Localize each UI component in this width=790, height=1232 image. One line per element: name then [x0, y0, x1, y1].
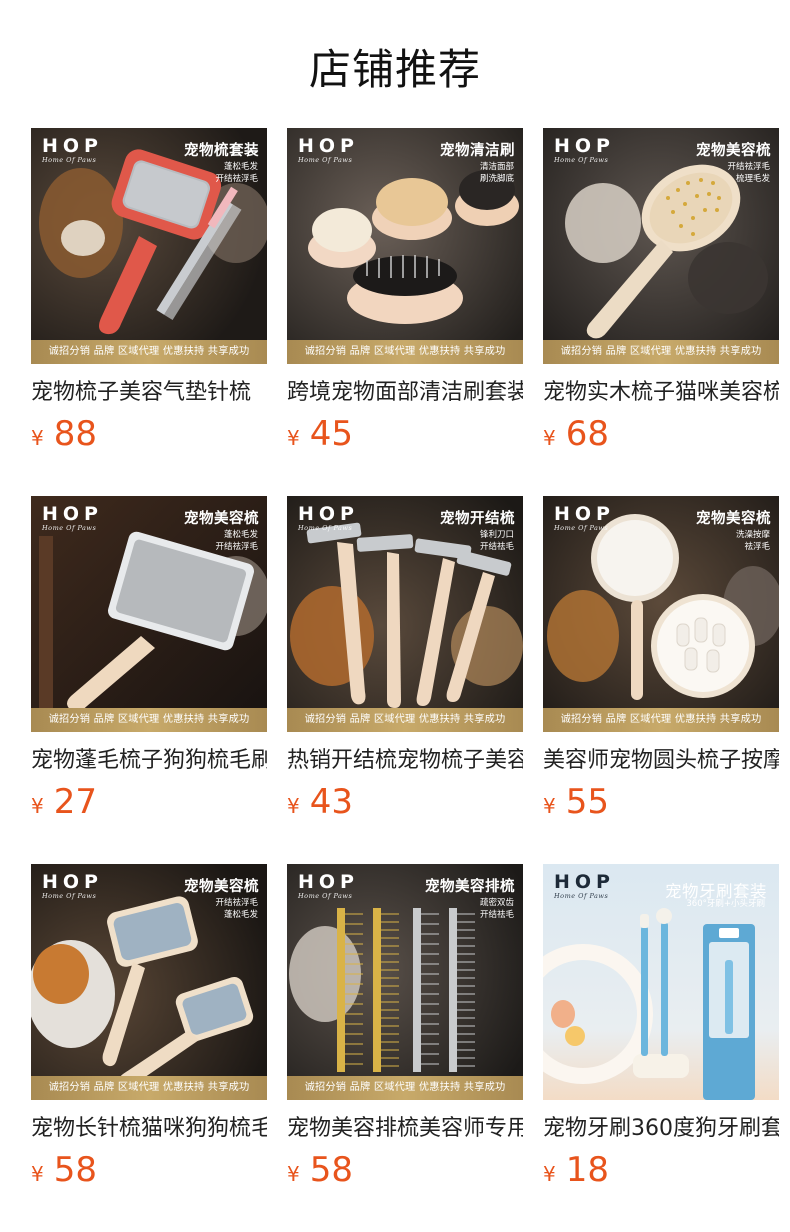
- product-card[interactable]: HOP Home Of Paws 宠物美容梳 蓬松毛发 开结祛浮毛 诚招分销 品牌 …: [31, 496, 267, 822]
- product-name[interactable]: 宠物梳子美容气垫针梳: [31, 378, 267, 408]
- promo-strip: 诚招分销 品牌 区域代理 优惠扶持 共享成功: [543, 340, 779, 364]
- brand-logo: HOP Home Of Paws: [298, 871, 359, 900]
- brand-logo: HOP Home Of Paws: [42, 503, 103, 532]
- product-badge-sub: 开结祛浮毛 梳理毛发: [727, 162, 770, 184]
- promo-strip: 诚招分销 品牌 区域代理 优惠扶持 共享成功: [31, 708, 267, 732]
- product-name[interactable]: 宠物蓬毛梳子狗狗梳毛刷: [31, 746, 267, 776]
- product-name[interactable]: 宠物牙刷360度狗牙刷套装: [543, 1114, 779, 1144]
- brand-logo: HOP Home Of Paws: [42, 135, 103, 164]
- product-name[interactable]: 宠物长针梳猫咪狗狗梳毛: [31, 1114, 267, 1144]
- promo-strip: 诚招分销 品牌 区域代理 优惠扶持 共享成功: [287, 708, 523, 732]
- product-badge-title: 宠物清洁刷: [440, 143, 515, 159]
- product-image[interactable]: HOP Home Of Paws 宠物美容梳 开结祛浮毛 蓬松毛发 诚招分销 品牌 …: [31, 864, 267, 1100]
- product-image[interactable]: HOP Home Of Paws 宠物美容梳 洗澡按摩 祛浮毛 诚招分销 品牌 区域…: [543, 496, 779, 732]
- product-badge-sub: 清洁面部 刷洗脚底: [479, 162, 514, 184]
- promo-strip: 诚招分销 品牌 区域代理 优惠扶持 共享成功: [543, 708, 779, 732]
- product-card[interactable]: HOP Home Of Paws 宠物美容梳 开结祛浮毛 蓬松毛发 诚招分销 品牌 …: [31, 864, 267, 1190]
- product-price: ¥68: [543, 414, 609, 454]
- product-card[interactable]: HOP Home Of Paws 宠物开结梳 锋利刀口 开结祛毛 诚招分销 品牌 区…: [287, 496, 523, 822]
- product-price: ¥18: [543, 1150, 609, 1190]
- product-badge-sub: 开结祛浮毛 蓬松毛发: [215, 898, 258, 920]
- brand-logo: HOP Home Of Paws: [554, 871, 615, 900]
- product-card[interactable]: HOP Home Of Paws 宠物牙刷套装 360°牙刷+小头牙刷 宠物牙刷3…: [543, 864, 779, 1190]
- brand-logo: HOP Home Of Paws: [554, 135, 615, 164]
- product-badge-title: 宠物美容梳: [696, 511, 771, 527]
- product-image[interactable]: HOP Home Of Paws 宠物梳套装 蓬松毛发 开结祛浮毛 诚招分销 品牌 …: [31, 128, 267, 364]
- product-card[interactable]: HOP Home Of Paws 宠物梳套装 蓬松毛发 开结祛浮毛 诚招分销 品牌 …: [31, 128, 267, 454]
- product-name[interactable]: 热销开结梳宠物梳子美容: [287, 746, 523, 776]
- product-badge-title: 宠物美容梳: [696, 143, 771, 159]
- product-name[interactable]: 宠物美容排梳美容师专用: [287, 1114, 523, 1144]
- product-badge-title: 宠物美容梳: [184, 511, 259, 527]
- product-badge-title: 宠物开结梳: [440, 511, 515, 527]
- product-price: ¥45: [287, 414, 353, 454]
- brand-logo: HOP Home Of Paws: [298, 135, 359, 164]
- product-badge-sub: 蓬松毛发 开结祛浮毛: [215, 162, 258, 184]
- product-price: ¥27: [31, 782, 97, 822]
- product-price: ¥43: [287, 782, 353, 822]
- product-badge-sub: 360°牙刷+小头牙刷: [686, 899, 765, 909]
- brand-logo: HOP Home Of Paws: [298, 503, 359, 532]
- product-image[interactable]: HOP Home Of Paws 宠物清洁刷 清洁面部 刷洗脚底 诚招分销 品牌 区…: [287, 128, 523, 364]
- promo-strip: 诚招分销 品牌 区域代理 优惠扶持 共享成功: [31, 340, 267, 364]
- product-price: ¥55: [543, 782, 609, 822]
- page-title: 店铺推荐: [308, 45, 481, 94]
- product-image[interactable]: HOP Home Of Paws 宠物美容梳 蓬松毛发 开结祛浮毛 诚招分销 品牌 …: [31, 496, 267, 732]
- product-price: ¥58: [31, 1150, 97, 1190]
- product-name[interactable]: 跨境宠物面部清洁刷套装: [287, 378, 523, 408]
- promo-strip: 诚招分销 品牌 区域代理 优惠扶持 共享成功: [31, 1076, 267, 1100]
- product-card[interactable]: HOP Home Of Paws 宠物美容排梳 疏密双齿 开结祛毛 诚招分销 品牌 …: [287, 864, 523, 1190]
- product-name[interactable]: 美容师宠物圆头梳子按摩: [543, 746, 779, 776]
- product-badge-title: 宠物美容梳: [184, 879, 259, 895]
- product-badge-title: 宠物梳套装: [184, 143, 259, 159]
- product-card[interactable]: HOP Home Of Paws 宠物清洁刷 清洁面部 刷洗脚底 诚招分销 品牌 区…: [287, 128, 523, 454]
- promo-strip: 诚招分销 品牌 区域代理 优惠扶持 共享成功: [287, 340, 523, 364]
- product-badge-sub: 锋利刀口 开结祛毛: [479, 530, 514, 552]
- product-image[interactable]: HOP Home Of Paws 宠物牙刷套装 360°牙刷+小头牙刷: [543, 864, 779, 1100]
- product-image[interactable]: HOP Home Of Paws 宠物美容梳 开结祛浮毛 梳理毛发 诚招分销 品牌 …: [543, 128, 779, 364]
- brand-logo: HOP Home Of Paws: [554, 503, 615, 532]
- product-badge-sub: 蓬松毛发 开结祛浮毛: [215, 530, 258, 552]
- product-image[interactable]: HOP Home Of Paws 宠物美容排梳 疏密双齿 开结祛毛 诚招分销 品牌 …: [287, 864, 523, 1100]
- brand-logo: HOP Home Of Paws: [42, 871, 103, 900]
- product-price: ¥88: [31, 414, 97, 454]
- product-image[interactable]: HOP Home Of Paws 宠物开结梳 锋利刀口 开结祛毛 诚招分销 品牌 区…: [287, 496, 523, 732]
- product-card[interactable]: HOP Home Of Paws 宠物美容梳 开结祛浮毛 梳理毛发 诚招分销 品牌 …: [543, 128, 779, 454]
- product-price: ¥58: [287, 1150, 353, 1190]
- product-badge-sub: 洗澡按摩 祛浮毛: [735, 530, 770, 552]
- product-badge-title: 宠物美容排梳: [425, 879, 515, 895]
- product-card[interactable]: HOP Home Of Paws 宠物美容梳 洗澡按摩 祛浮毛 诚招分销 品牌 区域…: [543, 496, 779, 822]
- promo-strip: 诚招分销 品牌 区域代理 优惠扶持 共享成功: [287, 1076, 523, 1100]
- product-badge-sub: 疏密双齿 开结祛毛: [479, 898, 514, 920]
- product-name[interactable]: 宠物实木梳子猫咪美容梳: [543, 378, 779, 408]
